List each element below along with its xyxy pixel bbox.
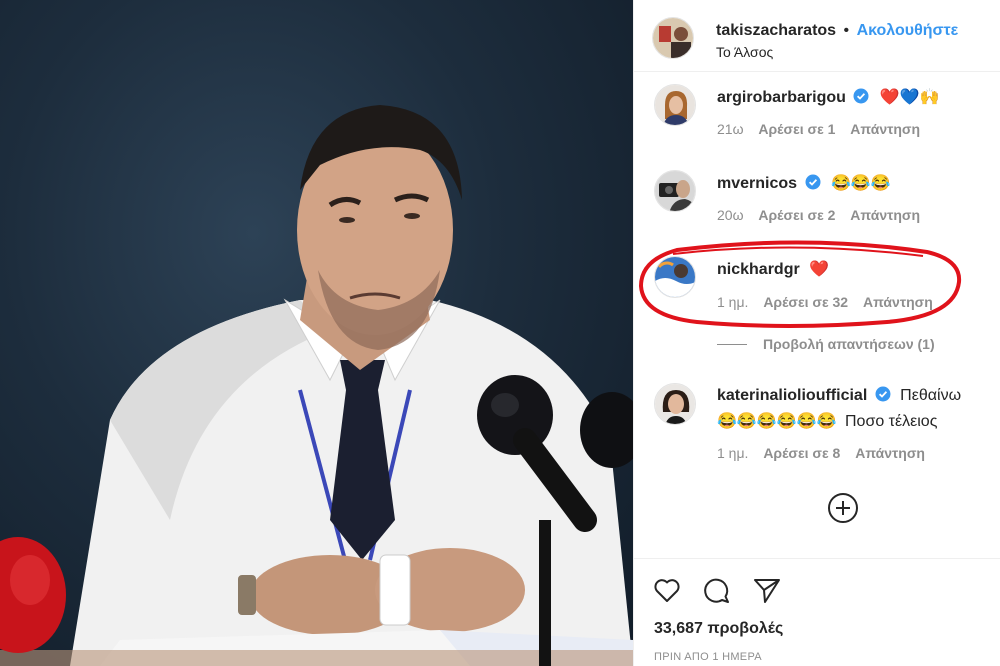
author-username[interactable]: takiszacharatos <box>716 22 836 39</box>
video-frame <box>0 105 633 666</box>
comment-meta: 21ω Αρέσει σε 1 Απάντηση <box>717 121 931 137</box>
comment-item: mvernicos 😂😂😂 20ω Αρέσει σε 2 Απάντηση <box>634 170 1000 240</box>
comment-text: 😂😂😂 <box>830 175 891 192</box>
comment-text-emoji: 😂😂😂😂😂😂 <box>717 413 837 430</box>
comment-text: ❤️💙🙌 <box>879 89 940 106</box>
comment-text-continued: Ποσο τέλειος <box>844 413 938 430</box>
comment-username[interactable]: argirobarbarigou <box>717 89 846 106</box>
comment-time[interactable]: 1 ημ. <box>717 445 748 461</box>
view-count[interactable]: 33,687 προβολές <box>654 620 783 638</box>
reply-button[interactable]: Απάντηση <box>850 121 920 137</box>
verified-badge-icon <box>805 174 820 190</box>
comment-likes[interactable]: Αρέσει σε 1 <box>758 121 835 137</box>
reply-button[interactable]: Απάντηση <box>855 445 925 461</box>
post-media[interactable] <box>0 0 633 666</box>
post-location[interactable]: Το Άλσος <box>716 44 773 60</box>
commenter-avatar[interactable] <box>654 170 696 212</box>
comment-username[interactable]: katerinaliolioufficial <box>717 387 867 404</box>
post-header: takiszacharatos • Ακολουθήστε Το Άλσος <box>634 0 1000 72</box>
highlight-circle <box>638 240 962 328</box>
comments-panel: takiszacharatos • Ακολουθήστε Το Άλσος a… <box>633 0 1000 666</box>
comment-text: Πεθαίνω <box>900 387 962 404</box>
share-icon[interactable] <box>752 575 782 605</box>
verified-badge-icon <box>875 386 891 402</box>
view-replies-button[interactable]: Προβολή απαντήσεων (1) <box>717 336 935 352</box>
comment-meta: 20ω Αρέσει σε 2 Απάντηση <box>717 207 931 223</box>
comment-item: katerinaliolioufficial Πεθαίνω 😂😂😂😂😂😂 Πο… <box>634 383 1000 473</box>
comment-username[interactable]: mvernicos <box>717 175 797 192</box>
comment-meta: 1 ημ. Αρέσει σε 8 Απάντηση <box>717 445 936 461</box>
commenter-avatar[interactable] <box>654 383 696 425</box>
commenter-avatar[interactable] <box>654 84 696 126</box>
replies-divider <box>717 344 747 345</box>
plus-circle-icon[interactable] <box>828 493 858 523</box>
reply-button[interactable]: Απάντηση <box>850 207 920 223</box>
comment-time[interactable]: 20ω <box>717 207 744 223</box>
author-avatar[interactable] <box>652 17 694 59</box>
comment-item: argirobarbarigou ❤️💙🙌 21ω Αρέσει σε 1 Απ… <box>634 84 1000 154</box>
heart-icon[interactable] <box>652 575 682 605</box>
comment-time[interactable]: 21ω <box>717 121 744 137</box>
comment-icon[interactable] <box>702 575 732 605</box>
comment-likes[interactable]: Αρέσει σε 2 <box>758 207 835 223</box>
view-replies-label: Προβολή απαντήσεων (1) <box>763 336 935 352</box>
separator-dot: • <box>843 22 850 39</box>
comment-likes[interactable]: Αρέσει σε 8 <box>763 445 840 461</box>
post-actions: 33,687 προβολές ΠΡΙΝ ΑΠΟ 1 ΗΜΕΡΑ <box>634 558 1000 666</box>
follow-button[interactable]: Ακολουθήστε <box>857 22 959 39</box>
verified-badge-icon <box>853 88 869 104</box>
post-time: ΠΡΙΝ ΑΠΟ 1 ΗΜΕΡΑ <box>654 651 762 663</box>
